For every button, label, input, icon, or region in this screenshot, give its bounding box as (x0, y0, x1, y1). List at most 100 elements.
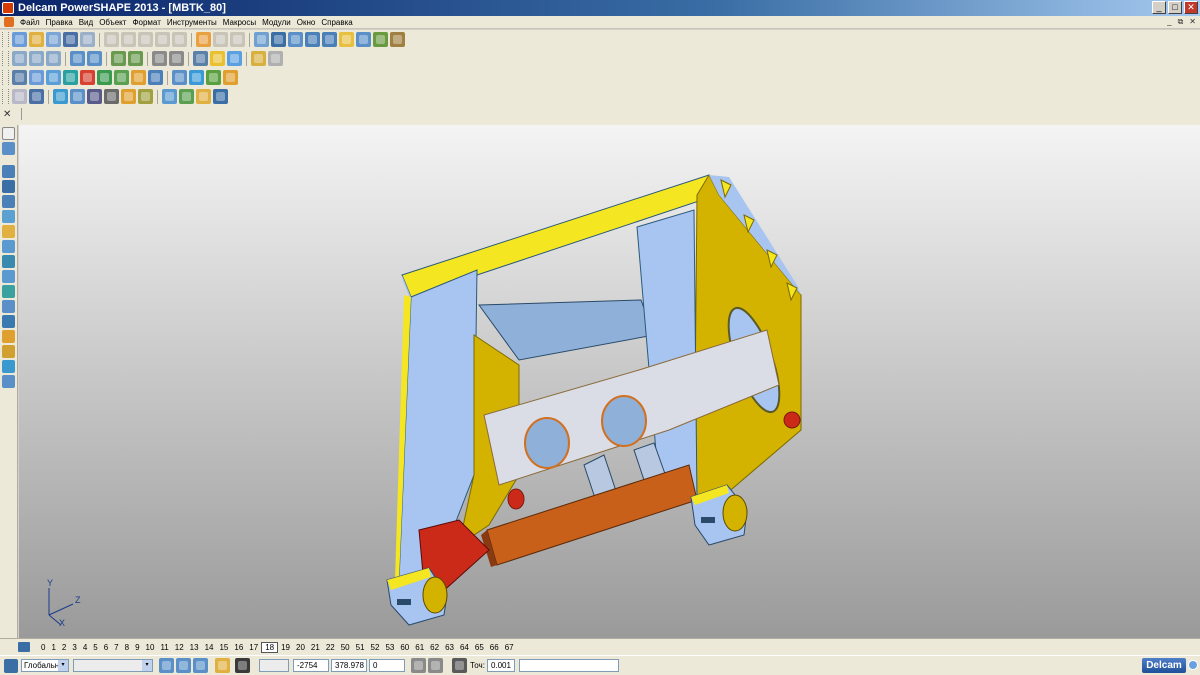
level-67[interactable]: 67 (502, 643, 517, 652)
level-16[interactable]: 16 (231, 643, 246, 652)
y-coordinate[interactable]: 378.978 (331, 659, 367, 672)
lighting-icon[interactable] (251, 51, 266, 66)
solid-extrude-icon[interactable] (87, 89, 102, 104)
mold-icon[interactable] (162, 89, 177, 104)
level-61[interactable]: 61 (412, 643, 427, 652)
surface-icon[interactable] (339, 32, 354, 47)
drape-icon[interactable] (63, 70, 78, 85)
level-7[interactable]: 7 (111, 643, 121, 652)
cut-icon[interactable] (104, 32, 119, 47)
text-tool-icon[interactable] (2, 240, 15, 253)
level-11[interactable]: 11 (157, 643, 171, 652)
analysis-tool-icon[interactable] (2, 360, 15, 373)
paste-icon[interactable] (138, 32, 153, 47)
maximize-button[interactable]: □ (1168, 1, 1182, 14)
assembly-tool-icon[interactable] (2, 345, 15, 358)
level-52[interactable]: 52 (368, 643, 383, 652)
level-8[interactable]: 8 (122, 643, 132, 652)
level-4[interactable]: 4 (80, 643, 90, 652)
level-62[interactable]: 62 (427, 643, 442, 652)
shaded-icon[interactable] (210, 51, 225, 66)
draft-icon[interactable] (196, 89, 211, 104)
save-icon[interactable] (63, 32, 78, 47)
level-22[interactable]: 22 (323, 643, 338, 652)
curve-icon[interactable] (322, 32, 337, 47)
intelligent-cursor-icon[interactable] (176, 658, 191, 673)
level-0[interactable]: 0 (38, 643, 48, 652)
level-20[interactable]: 20 (293, 643, 308, 652)
component-icon[interactable] (206, 70, 221, 85)
level-1[interactable]: 1 (48, 643, 58, 652)
shaded-edges-icon[interactable] (227, 51, 242, 66)
annotation-tool-icon[interactable] (2, 270, 15, 283)
menu-format[interactable]: Формат (129, 18, 163, 27)
triangle-icon[interactable] (114, 70, 129, 85)
solid-box-icon[interactable] (53, 89, 68, 104)
level-3[interactable]: 3 (69, 643, 79, 652)
level-10[interactable]: 10 (143, 643, 158, 652)
line-icon[interactable] (288, 32, 303, 47)
lock-icon[interactable] (215, 658, 230, 673)
feature-icon[interactable] (373, 32, 388, 47)
level-51[interactable]: 51 (353, 643, 368, 652)
z-coordinate[interactable]: 0 (369, 659, 405, 672)
level-50[interactable]: 50 (338, 643, 353, 652)
view-iso2-icon[interactable] (87, 51, 102, 66)
curve-tool-icon[interactable] (2, 195, 15, 208)
solid-fillet-icon[interactable] (138, 89, 153, 104)
view-side-icon[interactable] (46, 51, 61, 66)
minimize-button[interactable]: _ (1152, 1, 1166, 14)
level-13[interactable]: 13 (187, 643, 202, 652)
menu-object[interactable]: Объект (96, 18, 129, 27)
tools-icon[interactable] (390, 32, 405, 47)
snap-icon[interactable] (159, 658, 174, 673)
chevron-down-icon[interactable]: ▾ (142, 660, 152, 671)
sphere-icon[interactable] (80, 70, 95, 85)
table-icon[interactable] (12, 70, 27, 85)
undo-icon[interactable] (196, 32, 211, 47)
menu-macros[interactable]: Макросы (220, 18, 259, 27)
open-icon[interactable] (29, 32, 44, 47)
grid-snap-icon[interactable] (193, 658, 208, 673)
menu-modules[interactable]: Модули (259, 18, 294, 27)
dimension-tool-icon[interactable] (2, 255, 15, 268)
level-18[interactable]: 18 (261, 641, 279, 653)
level-12[interactable]: 12 (172, 643, 187, 652)
cone-icon[interactable] (97, 70, 112, 85)
toolbar-grip[interactable] (2, 51, 9, 66)
feature-tool-icon[interactable] (2, 330, 15, 343)
doc-close-button[interactable]: ✕ (1189, 17, 1196, 27)
electrode-tool-icon[interactable] (2, 285, 15, 298)
surface-tool-icon[interactable] (2, 210, 15, 223)
level-21[interactable]: 21 (308, 643, 323, 652)
menu-file[interactable]: Файл (17, 18, 43, 27)
document-icon[interactable] (4, 17, 14, 27)
solid-cut-icon[interactable] (104, 89, 119, 104)
level-5[interactable]: 5 (90, 643, 100, 652)
line-tool-icon[interactable] (2, 165, 15, 178)
transform-icon[interactable] (172, 70, 187, 85)
mesh-tool-icon[interactable] (2, 300, 15, 313)
delete-icon[interactable] (155, 32, 170, 47)
level-6[interactable]: 6 (101, 643, 111, 652)
transform-tool-icon[interactable] (2, 315, 15, 328)
menu-help[interactable]: Справка (318, 18, 355, 27)
grid-icon[interactable] (235, 658, 250, 673)
level-60[interactable]: 60 (397, 643, 412, 652)
select-icon[interactable] (172, 32, 187, 47)
view-front-icon[interactable] (29, 51, 44, 66)
measure-icon[interactable] (271, 32, 286, 47)
drafting-tool-icon[interactable] (2, 375, 15, 388)
x-axis-icon[interactable] (29, 89, 44, 104)
document-list-icon[interactable] (29, 70, 44, 85)
level-64[interactable]: 64 (457, 643, 472, 652)
solid-cyl-icon[interactable] (70, 89, 85, 104)
level-9[interactable]: 9 (132, 643, 142, 652)
level-15[interactable]: 15 (216, 643, 231, 652)
toolbar-grip[interactable] (2, 32, 9, 47)
model-3d[interactable] (19, 125, 1200, 638)
circle-icon[interactable] (305, 32, 320, 47)
level-19[interactable]: 19 (278, 643, 293, 652)
workplane-select[interactable]: Глобальна ▾ (21, 659, 69, 672)
view-top-icon[interactable] (12, 51, 27, 66)
